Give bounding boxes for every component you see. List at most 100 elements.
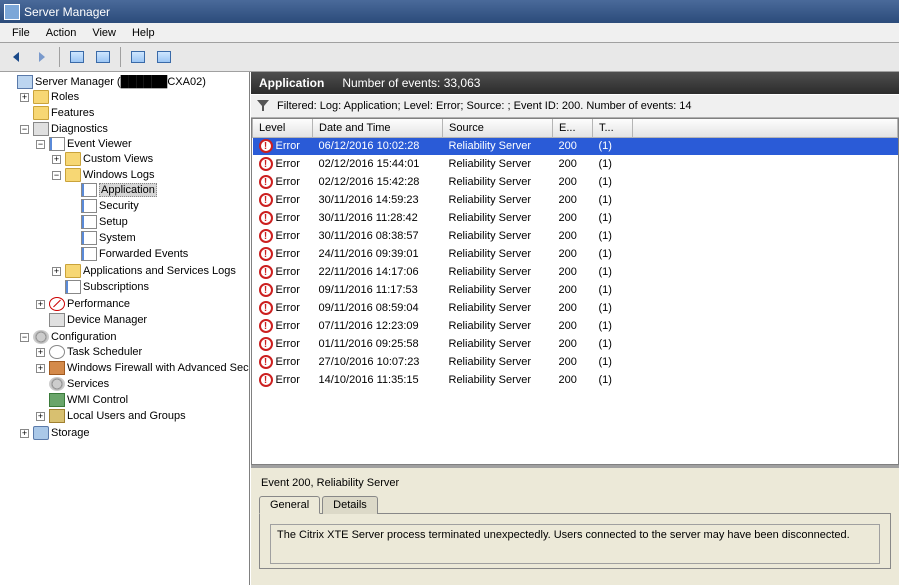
toolbar-separator (59, 47, 60, 67)
table-row[interactable]: !Error01/11/2016 09:25:58Reliability Ser… (253, 335, 898, 353)
table-row[interactable]: !Error27/10/2016 10:07:23Reliability Ser… (253, 353, 898, 371)
tree-expander[interactable]: + (36, 364, 45, 373)
table-row[interactable]: !Error30/11/2016 08:38:57Reliability Ser… (253, 227, 898, 245)
tree-expander[interactable]: + (36, 412, 45, 421)
event-list[interactable]: Level Date and Time Source E... T... !Er… (251, 118, 899, 465)
table-row[interactable]: !Error07/11/2016 12:23:09Reliability Ser… (253, 317, 898, 335)
menu-help[interactable]: Help (124, 25, 163, 41)
table-row[interactable]: !Error02/12/2016 15:44:01Reliability Ser… (253, 155, 898, 173)
table-row[interactable]: !Error09/11/2016 08:59:04Reliability Ser… (253, 299, 898, 317)
toolbar-btn-1[interactable] (65, 46, 89, 68)
col-task[interactable]: T... (593, 119, 633, 137)
tree-expander[interactable]: − (20, 125, 29, 134)
cell-level: !Error (253, 353, 313, 371)
tree-label: Device Manager (67, 314, 147, 326)
tab-general[interactable]: General (259, 496, 320, 514)
server-icon (17, 75, 33, 89)
menu-file[interactable]: File (4, 25, 38, 41)
cell-task: (1) (593, 281, 633, 299)
tab-details[interactable]: Details (322, 496, 378, 514)
error-icon: ! (259, 175, 273, 189)
tree-setup[interactable]: Setup (66, 215, 249, 229)
cell-level: !Error (253, 335, 313, 353)
tree-app-svc-logs[interactable]: +Applications and Services Logs (50, 264, 249, 278)
tree-expander[interactable]: − (52, 171, 61, 180)
tree-expander (20, 109, 29, 118)
table-row[interactable]: !Error30/11/2016 11:28:42Reliability Ser… (253, 209, 898, 227)
tree-expander[interactable]: + (36, 300, 45, 309)
cell-level: !Error (253, 191, 313, 209)
tree-wmi[interactable]: WMI Control (34, 393, 249, 407)
tree-security[interactable]: Security (66, 199, 249, 213)
tree-diagnostics[interactable]: −Diagnostics (18, 122, 249, 136)
tree-expander[interactable]: + (36, 348, 45, 357)
tree-task-scheduler[interactable]: +Task Scheduler (34, 345, 249, 359)
col-level[interactable]: Level (253, 119, 313, 137)
tree-system[interactable]: System (66, 231, 249, 245)
error-icon: ! (259, 247, 273, 261)
tree-performance[interactable]: +Performance (34, 297, 249, 311)
log-icon (81, 247, 97, 261)
toolbar-btn-3[interactable] (126, 46, 150, 68)
table-row[interactable]: !Error30/11/2016 14:59:23Reliability Ser… (253, 191, 898, 209)
nav-tree[interactable]: Server Manager (██████CXA02) +Roles Feat… (0, 72, 250, 585)
tree-windows-logs[interactable]: −Windows Logs (50, 168, 249, 182)
cell-task: (1) (593, 137, 633, 155)
cell-eventid: 200 (553, 263, 593, 281)
table-row[interactable]: !Error09/11/2016 11:17:53Reliability Ser… (253, 281, 898, 299)
tree-expander[interactable]: + (52, 155, 61, 164)
nav-back-button[interactable] (4, 46, 28, 68)
cell-task: (1) (593, 263, 633, 281)
tree-expander[interactable]: + (20, 93, 29, 102)
cell-date: 09/11/2016 11:17:53 (313, 281, 443, 299)
table-row[interactable]: !Error02/12/2016 15:42:28Reliability Ser… (253, 173, 898, 191)
col-date[interactable]: Date and Time (313, 119, 443, 137)
tree-label: Features (51, 107, 94, 119)
col-source[interactable]: Source (443, 119, 553, 137)
tree-forwarded[interactable]: Forwarded Events (66, 247, 249, 261)
tree-expander[interactable]: + (20, 429, 29, 438)
nav-forward-button[interactable] (30, 46, 54, 68)
tree-services[interactable]: Services (34, 377, 249, 391)
tree-label: Server Manager (██████CXA02) (35, 76, 206, 88)
tree-label: Custom Views (83, 153, 153, 165)
tree-subscriptions[interactable]: Subscriptions (50, 280, 249, 294)
table-row[interactable]: !Error14/10/2016 11:35:15Reliability Ser… (253, 371, 898, 389)
tree-custom-views[interactable]: + Custom Views (50, 152, 249, 166)
cell-task: (1) (593, 317, 633, 335)
toolbar-btn-2[interactable] (91, 46, 115, 68)
menu-view[interactable]: View (84, 25, 124, 41)
error-icon: ! (259, 229, 273, 243)
table-row[interactable]: !Error24/11/2016 09:39:01Reliability Ser… (253, 245, 898, 263)
cell-source: Reliability Server (443, 227, 553, 245)
tree-event-viewer[interactable]: −Event Viewer (34, 137, 249, 151)
cell-eventid: 200 (553, 281, 593, 299)
cell-source: Reliability Server (443, 281, 553, 299)
tree-roles[interactable]: +Roles (18, 90, 249, 104)
tree-application[interactable]: Application (66, 183, 249, 197)
tree-configuration[interactable]: −Configuration (18, 330, 249, 344)
cell-eventid: 200 (553, 353, 593, 371)
tree-device-manager[interactable]: Device Manager (34, 313, 249, 327)
tree-firewall[interactable]: +Windows Firewall with Advanced Secu (34, 361, 249, 375)
tree-expander[interactable]: − (20, 333, 29, 342)
filter-bar: Filtered: Log: Application; Level: Error… (251, 94, 899, 118)
tree-label: Services (67, 378, 109, 390)
col-eventid[interactable]: E... (553, 119, 593, 137)
tree-expander[interactable]: + (52, 267, 61, 276)
event-table: Level Date and Time Source E... T... !Er… (252, 119, 898, 389)
log-icon (81, 215, 97, 229)
tree-expander[interactable]: − (36, 140, 45, 149)
menu-action[interactable]: Action (38, 25, 85, 41)
toolbar-btn-4[interactable] (152, 46, 176, 68)
cell-task: (1) (593, 209, 633, 227)
cell-source: Reliability Server (443, 263, 553, 281)
tree-storage[interactable]: +Storage (18, 426, 249, 440)
table-row[interactable]: !Error22/11/2016 14:17:06Reliability Ser… (253, 263, 898, 281)
tree-features[interactable]: Features (18, 106, 249, 120)
cell-level: !Error (253, 371, 313, 389)
tree-local-users[interactable]: +Local Users and Groups (34, 409, 249, 423)
table-row[interactable]: !Error06/12/2016 10:02:28Reliability Ser… (253, 137, 898, 155)
cell-date: 27/10/2016 10:07:23 (313, 353, 443, 371)
tree-root[interactable]: Server Manager (██████CXA02) (2, 75, 249, 89)
